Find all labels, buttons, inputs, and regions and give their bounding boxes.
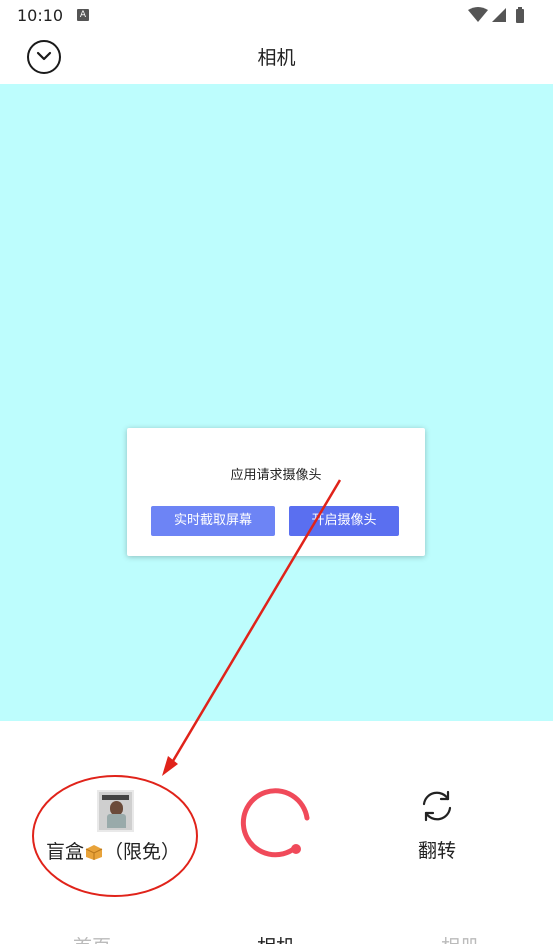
- camera-flip-icon: [422, 790, 452, 822]
- status-icons: [468, 7, 524, 23]
- app-header: 相机: [0, 30, 553, 84]
- shutter-button[interactable]: [240, 786, 314, 860]
- page-title: 相机: [257, 47, 296, 69]
- bottom-tab-bar: 首页 相机 相册: [0, 926, 553, 944]
- open-camera-button[interactable]: 开启摄像头: [289, 506, 399, 536]
- screen-capture-button[interactable]: 实时截取屏幕: [151, 506, 275, 536]
- status-bar: 10:10 A: [0, 0, 553, 30]
- battery-icon: [516, 9, 524, 23]
- blindbox-button[interactable]: 盲盒 （限免）: [44, 790, 194, 870]
- camera-preview: [0, 84, 553, 721]
- package-icon: [84, 843, 104, 860]
- tab-home[interactable]: 首页: [52, 932, 132, 944]
- camera-permission-dialog: 应用请求摄像头 实时截取屏幕 开启摄像头: [127, 428, 425, 556]
- notification-badge-icon: A: [77, 9, 89, 21]
- status-time: 10:10: [17, 6, 64, 25]
- blindbox-thumbnail: [97, 790, 134, 832]
- flip-camera-button[interactable]: 翻转: [405, 788, 469, 864]
- blindbox-label: 盲盒 （限免）: [46, 837, 180, 864]
- dialog-message: 应用请求摄像头: [230, 468, 322, 483]
- blindbox-text: 盲盒: [46, 841, 85, 863]
- tab-camera[interactable]: 相机: [236, 932, 316, 944]
- flip-label: 翻转: [417, 840, 456, 862]
- signal-icon: [492, 8, 506, 22]
- wifi-icon: [468, 7, 488, 22]
- blindbox-suffix: （限免）: [104, 841, 181, 863]
- tab-album[interactable]: 相册: [420, 932, 500, 944]
